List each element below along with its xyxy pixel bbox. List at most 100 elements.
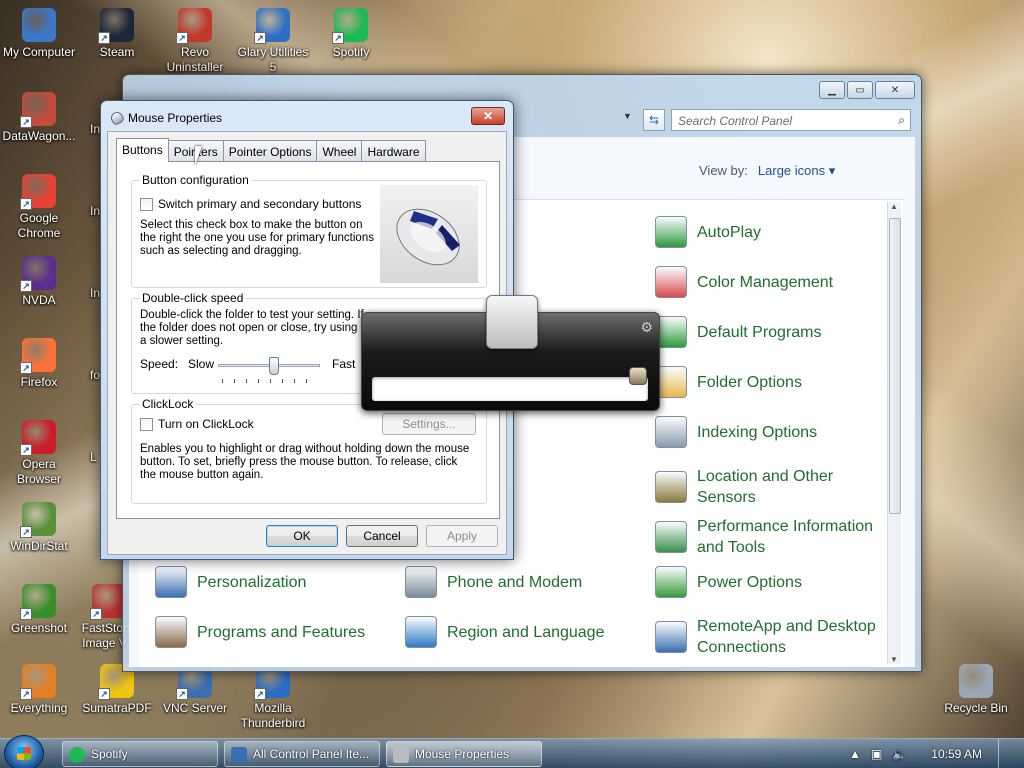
cp-item-icon [405, 566, 437, 598]
shortcut-arrow-icon: ↗ [20, 526, 32, 538]
tab-buttons[interactable]: Buttons [116, 138, 169, 162]
apply-button[interactable]: Apply [426, 525, 498, 547]
gear-icon[interactable]: ⚙ [640, 319, 653, 336]
cp-item[interactable]: Programs and Features [155, 616, 385, 648]
desktop-icon-label: Glary Utilities 5 [237, 45, 309, 74]
system-tray: ▲ ▣ 🔈 10:59 AM [849, 739, 1024, 768]
speed-label: Speed: [140, 357, 179, 371]
cp-item-label: Region and Language [447, 623, 605, 641]
desktop-icon-spotify[interactable]: ↗ Spotify [312, 8, 390, 60]
cancel-button[interactable]: Cancel [346, 525, 418, 547]
desktop-icon-revo-uninstaller[interactable]: ↗ Revo Uninstaller [156, 8, 234, 75]
shortcut-arrow-icon: ↗ [332, 32, 344, 44]
vertical-scrollbar[interactable]: ▲ ▼ [887, 202, 901, 664]
desktop-icon-label: WinDirStat [10, 539, 68, 553]
opera-icon: ↗ [20, 420, 56, 456]
desktop-icon-greenshot[interactable]: ↗ Greenshot [0, 584, 78, 636]
cp-item-label: Folder Options [697, 373, 802, 391]
cp-item[interactable]: Folder Options [655, 366, 885, 398]
cp-item[interactable]: Indexing Options [655, 416, 885, 448]
cp-item[interactable]: Personalization [155, 566, 385, 598]
cp-item-label: RemoteApp and Desktop Connections [697, 618, 876, 656]
slider-thumb[interactable] [269, 357, 279, 375]
double-click-speed-slider[interactable] [218, 357, 320, 375]
desktop-icon-chrome[interactable]: ↗ Google Chrome [0, 174, 78, 241]
minimize-button[interactable]: ▁ [819, 81, 845, 99]
cp-item[interactable]: Default Programs [655, 316, 885, 348]
datawagon-icon: ↗ [20, 92, 56, 128]
cp-item-label: Power Options [697, 573, 802, 591]
desktop-icon-steam[interactable]: ↗ Steam [78, 8, 156, 60]
shortcut-arrow-icon: ↗ [20, 444, 32, 456]
firefox-icon: ↗ [20, 338, 56, 374]
shortcut-arrow-icon: ↗ [20, 280, 32, 292]
tab-hardware[interactable]: Hardware [361, 140, 426, 161]
desktop-icon-nvda[interactable]: ↗ NVDA [0, 256, 78, 308]
maximize-button[interactable]: ▭ [847, 81, 873, 99]
desktop-icon-computer[interactable]: My Computer [0, 8, 78, 60]
nvda-icon: ↗ [20, 256, 56, 292]
address-dropdown-icon[interactable]: ▼ [623, 111, 632, 121]
scroll-down-icon[interactable]: ▼ [890, 655, 898, 664]
volume-track[interactable] [372, 377, 648, 401]
cp-item[interactable]: RemoteApp and Desktop Connections [655, 616, 885, 658]
group-title: Double-click speed [140, 291, 246, 305]
refresh-button[interactable]: ⇆ [643, 109, 665, 131]
cp-item[interactable]: Power Options [655, 566, 885, 598]
desktop-icon-firefox[interactable]: ↗ Firefox [0, 338, 78, 390]
view-by-dropdown[interactable]: Large icons ▾ [758, 163, 835, 178]
taskbar-control-panel[interactable]: All Control Panel Ite... [224, 741, 380, 767]
close-button[interactable]: ✕ [875, 81, 915, 99]
desktop-icon-datawagon[interactable]: ↗ DataWagon... [0, 92, 78, 144]
show-desktop-button[interactable] [998, 739, 1010, 768]
desktop-icon-opera[interactable]: ↗ Opera Browser [0, 420, 78, 487]
tab-wheel[interactable]: Wheel [316, 140, 363, 161]
volume-icon[interactable]: 🔈 [892, 747, 907, 761]
desktop-icon-label: Mozilla Thunderbird [240, 701, 306, 730]
desktop-icon-windirstat[interactable]: ↗ WinDirStat [0, 502, 78, 554]
taskbar-spotify[interactable]: Spotify [62, 741, 218, 767]
show-hidden-icons-icon[interactable]: ▲ [849, 747, 861, 761]
tab-pointer-options[interactable]: Pointer Options [222, 140, 318, 161]
cp-item-icon [155, 616, 187, 648]
cp-item[interactable]: Performance Information and Tools [655, 516, 885, 558]
cp-item[interactable]: Phone and Modem [405, 566, 635, 598]
slider-ticks [222, 379, 318, 383]
volume-osd[interactable]: ⚙ [361, 295, 660, 411]
desktop-icon-label: Recycle Bin [944, 701, 1008, 715]
desktop-icon-label: DataWagon... [2, 129, 76, 143]
ok-button[interactable]: OK [266, 525, 338, 547]
desktop-icon-everything[interactable]: ↗ Everything [0, 664, 78, 716]
desktop-icon-label: SumatraPDF [82, 701, 152, 715]
clock[interactable]: 10:59 AM [931, 747, 982, 761]
scroll-up-icon[interactable]: ▲ [890, 202, 898, 211]
scrollbar-thumb[interactable] [889, 218, 901, 514]
cp-item-label: Color Management [697, 273, 834, 291]
desktop-icon-glary-utilities[interactable]: ↗ Glary Utilities 5 [234, 8, 312, 75]
start-button[interactable] [4, 735, 44, 768]
cp-item[interactable]: Color Management [655, 266, 885, 298]
taskbar: Spotify All Control Panel Ite... Mouse P… [0, 735, 1024, 768]
view-by-label: View by: [699, 163, 748, 178]
switch-buttons-checkbox[interactable]: Switch primary and secondary buttons [140, 197, 361, 211]
cp-item[interactable]: Location and Other Sensors [655, 466, 885, 508]
cp-item[interactable]: AutoPlay [655, 216, 885, 248]
cp-item-label: Indexing Options [697, 423, 818, 441]
mouse-illustration-icon [396, 208, 460, 266]
cp-item-icon [655, 566, 687, 598]
desktop-icon-thunderbird[interactable]: ↗ Mozilla Thunderbird [234, 664, 312, 731]
window-controls: ▁ ▭ ✕ [819, 81, 915, 99]
clicklock-checkbox[interactable]: Turn on ClickLock [140, 417, 254, 431]
dialog-close-button[interactable]: ✕ [471, 107, 505, 125]
volume-slider-knob[interactable] [486, 295, 538, 349]
network-icon[interactable]: ▣ [871, 747, 882, 761]
cp-item[interactable]: Region and Language [405, 616, 635, 648]
search-input[interactable]: Search Control Panel ⌕ [671, 109, 911, 131]
desktop-icon-recycle-bin[interactable]: Recycle Bin [937, 664, 1015, 716]
revo-uninstaller-icon: ↗ [176, 8, 212, 44]
search-icon[interactable]: ⌕ [898, 113, 905, 128]
clicklock-settings-button[interactable]: Settings... [382, 413, 476, 435]
taskbar-mouse-properties[interactable]: Mouse Properties [386, 741, 542, 767]
desktop-icon-label: Firefox [20, 375, 58, 389]
shortcut-arrow-icon: ↗ [90, 608, 102, 620]
